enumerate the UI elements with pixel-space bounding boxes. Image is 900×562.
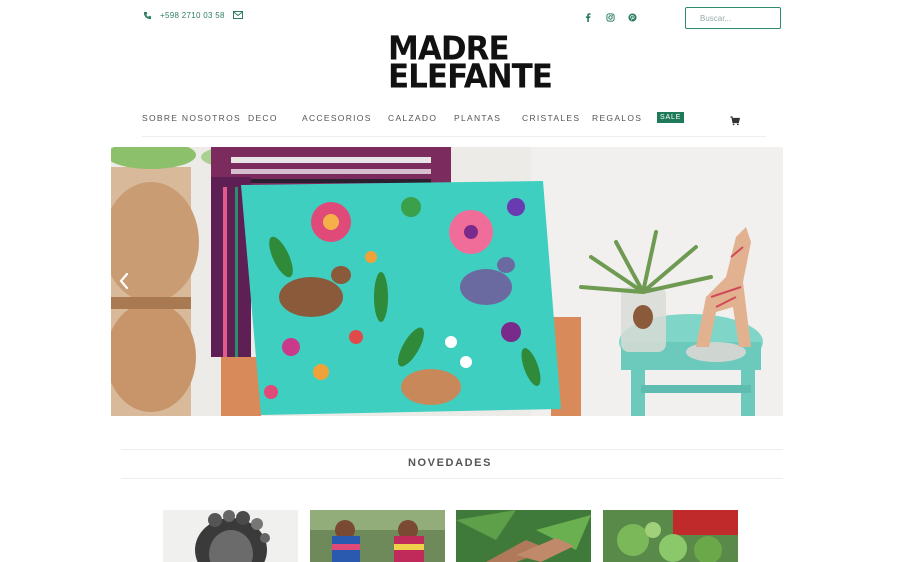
product-image [163,510,298,562]
product-image [310,510,445,562]
hero-image [111,147,783,416]
nav-item-sobre-nosotros[interactable]: SOBRE NOSOTROS [142,113,241,123]
mail-icon[interactable] [232,10,243,20]
product-image [456,510,591,562]
nav-item-cristales[interactable]: CRISTALES [522,113,580,123]
nav-item-plantas[interactable]: PLANTAS [454,113,501,123]
facebook-icon[interactable] [583,12,593,22]
nav-item-accesorios[interactable]: ACCESORIOS [302,113,372,123]
nav-item-regalos[interactable]: REGALOS [592,113,642,123]
product-card[interactable] [163,510,298,562]
social-links [583,12,637,22]
phone-icon[interactable] [142,10,152,20]
nav-item-sale[interactable]: SALE [657,112,685,123]
hero-slider[interactable] [111,147,783,416]
section-title: NOVEDADES [407,457,493,469]
product-card[interactable] [603,510,738,562]
nav-divider [142,136,766,137]
search-input[interactable] [685,7,781,29]
pinterest-icon[interactable] [627,12,637,22]
contact-info: +598 2710 03 58 [142,10,243,20]
phone-number[interactable]: +598 2710 03 58 [160,11,225,20]
chevron-left-icon[interactable] [119,272,129,290]
product-card[interactable] [310,510,445,562]
product-image [603,510,738,562]
nav-item-deco[interactable]: DECO [248,113,278,123]
instagram-icon[interactable] [605,12,615,22]
product-card[interactable] [456,510,591,562]
section-divider-bottom [121,478,783,479]
cart-icon[interactable] [730,113,741,126]
section-divider-top [121,449,783,450]
nav-item-calzado[interactable]: CALZADO [388,113,437,123]
logo-line-2: ELEFANTE [388,58,553,96]
brand-logo[interactable]: MADRE ELEFANTE [388,33,553,96]
